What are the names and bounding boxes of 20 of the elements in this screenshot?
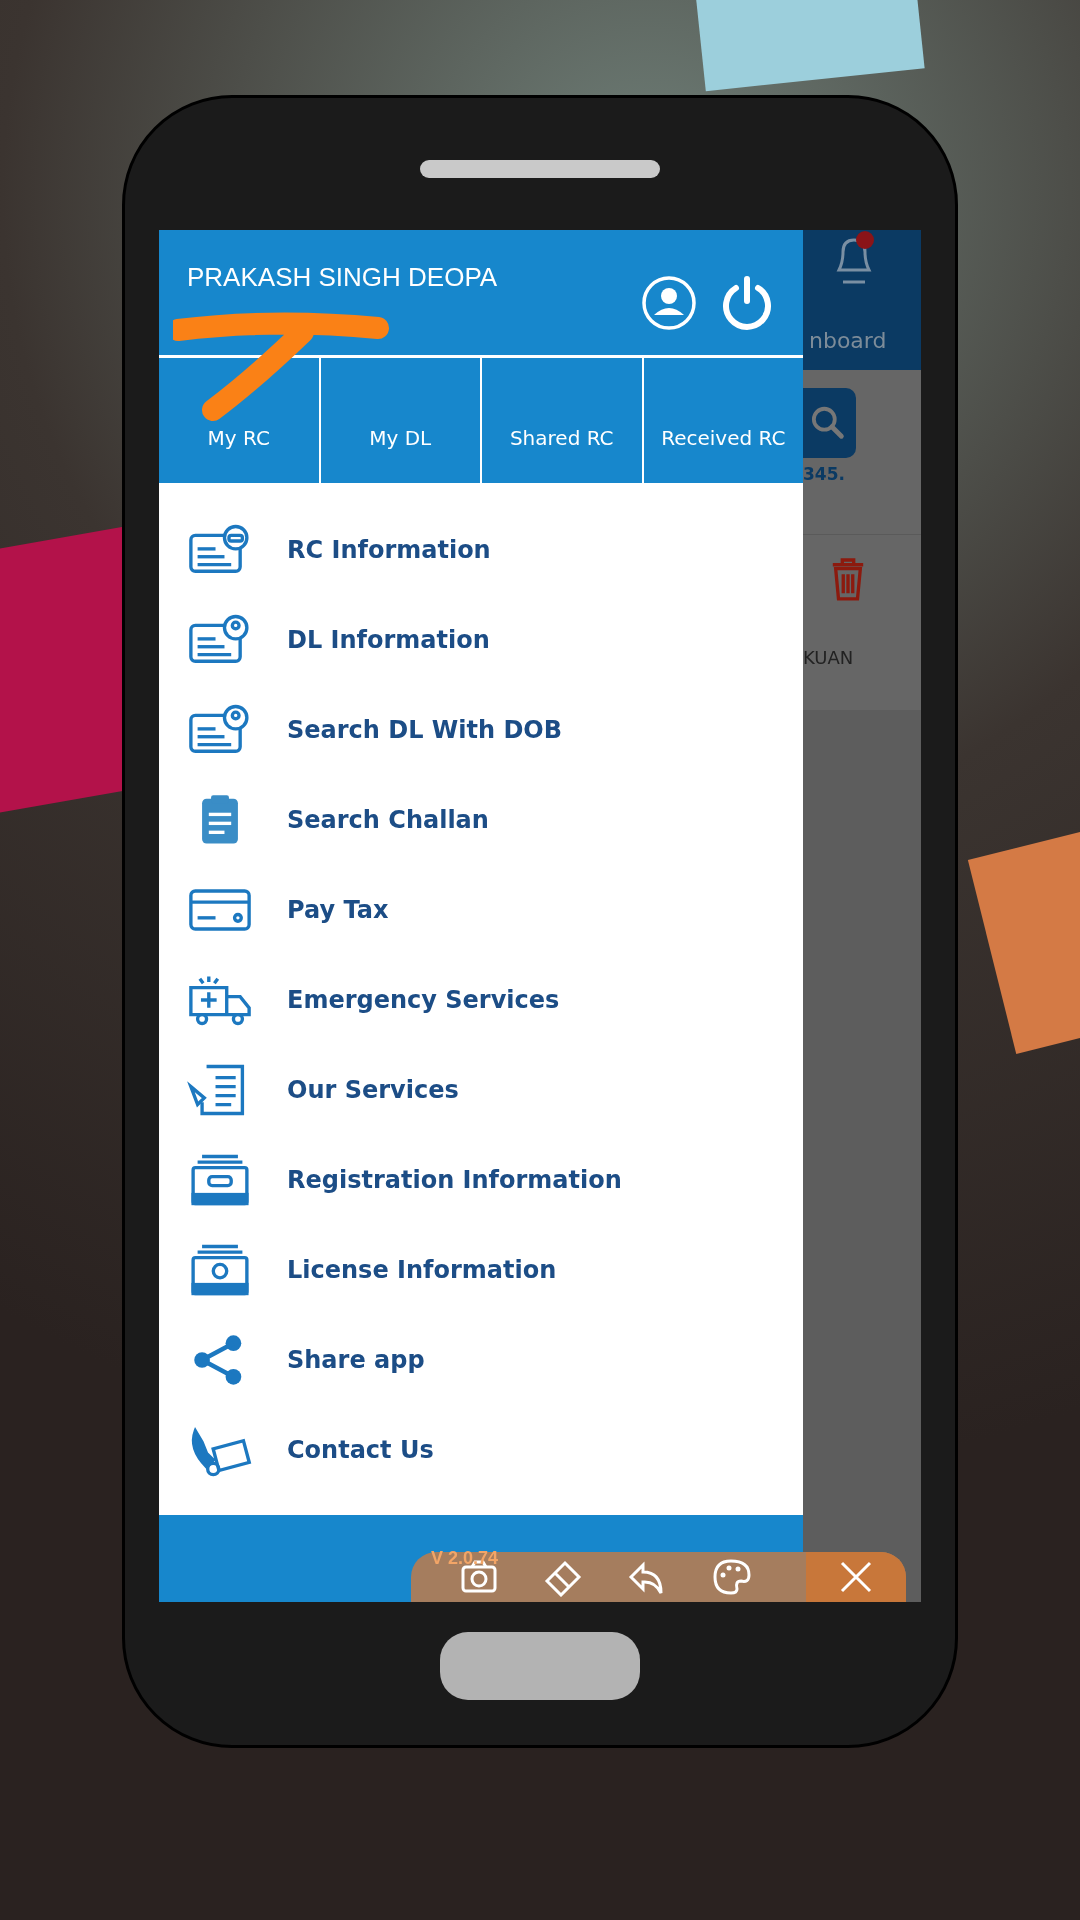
menu-item[interactable]: RC Information (185, 505, 803, 595)
search-button[interactable] (803, 388, 856, 458)
search-caption: 345. (803, 464, 845, 484)
version-label: V 2.0.74 (431, 1548, 499, 1569)
menu-item[interactable]: Search Challan (185, 775, 803, 865)
home-button[interactable] (440, 1632, 640, 1700)
profile-icon[interactable] (641, 274, 697, 331)
menu-item[interactable]: Registration Information (185, 1135, 803, 1225)
menu-item[interactable]: Search DL With DOB (185, 685, 803, 775)
menu-item[interactable]: Share app (185, 1315, 803, 1405)
user-name: PRAKASH SINGH DEOPA (187, 262, 499, 293)
row-text: KUAN (803, 647, 854, 668)
menu-item[interactable]: Contact Us (185, 1405, 803, 1495)
menu-item[interactable]: License Information (185, 1225, 803, 1315)
header-title: nboard (809, 328, 887, 353)
menu-item[interactable]: Emergency Services (185, 955, 803, 1045)
menu-item[interactable]: Our Services (185, 1045, 803, 1135)
menu-item[interactable]: Pay Tax (185, 865, 803, 955)
palette-icon[interactable] (711, 1557, 751, 1597)
menu-item[interactable]: DL Information (185, 595, 803, 685)
